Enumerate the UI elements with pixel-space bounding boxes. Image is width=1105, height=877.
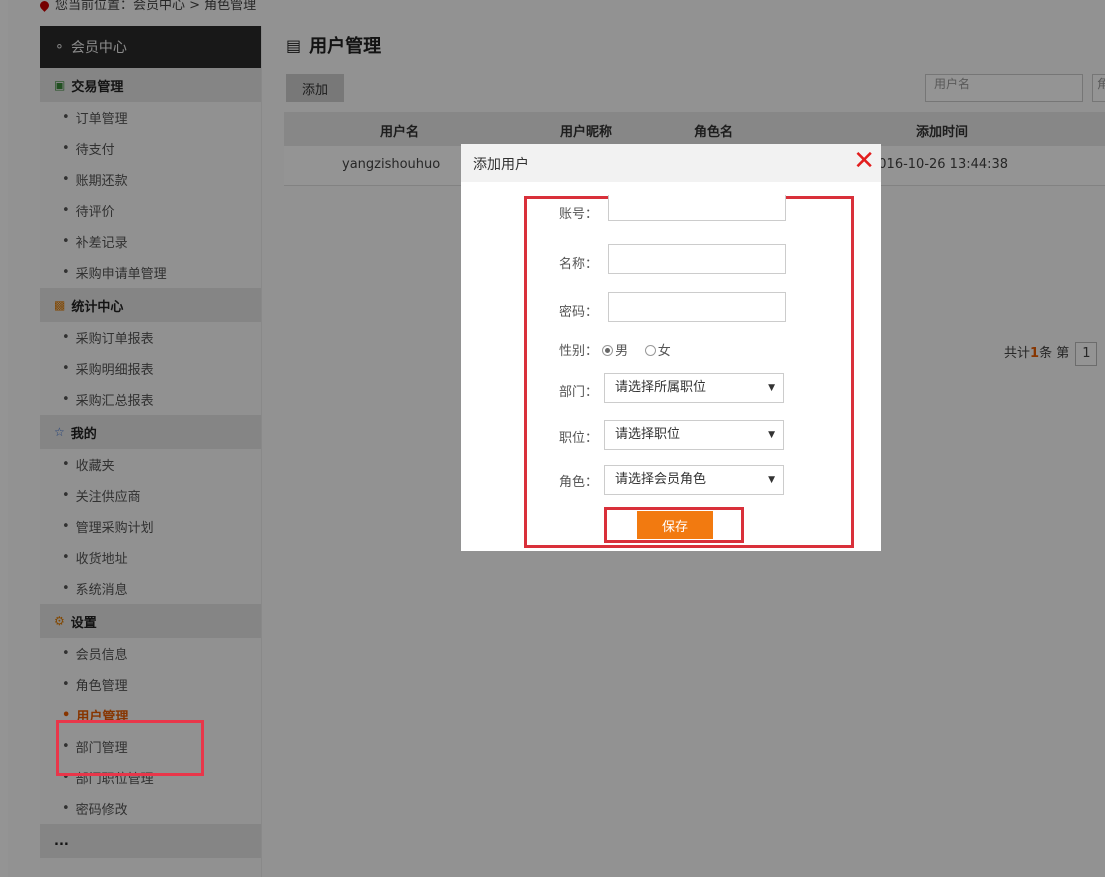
role-label: 角色： [559,475,599,490]
radio-unchecked-icon[interactable] [644,345,656,356]
department-label: 部门： [559,385,599,400]
save-highlight-box: 保存 [604,507,744,543]
radio-checked-icon[interactable] [602,345,614,356]
highlight-box-user-management [56,720,204,776]
dialog-title: 添加用户 [473,157,529,173]
user-form: 账号： 名称： 密码： 性别： 男 女 部门： 请选择所属职位 ▼ 职位： 请选择… [524,195,854,548]
gender-male-option[interactable]: 男 [602,344,628,359]
position-select[interactable]: 请选择职位 ▼ [604,420,784,450]
close-icon[interactable]: ✕ [853,146,875,176]
name-label: 名称： [559,257,599,272]
account-input[interactable] [608,195,786,221]
gender-female-option[interactable]: 女 [644,344,671,359]
dropdown-arrow-icon: ▼ [768,475,775,485]
gender-label: 性别： [559,344,599,359]
save-button[interactable]: 保存 [637,511,713,539]
gender-field: 性别： 男 女 [559,340,671,359]
department-select[interactable]: 请选择所属职位 ▼ [604,373,784,403]
dialog-header: 添加用户 ✕ [461,144,881,182]
dropdown-arrow-icon: ▼ [768,430,775,440]
position-label: 职位： [559,431,599,446]
dropdown-arrow-icon: ▼ [768,383,775,393]
add-user-dialog: 添加用户 ✕ 账号： 名称： 密码： 性别： 男 女 部门： 请选择所属职位 ▼ … [461,144,881,551]
password-label: 密码： [559,305,599,320]
account-label: 账号： [559,207,599,222]
role-select[interactable]: 请选择会员角色 ▼ [604,465,784,495]
password-input[interactable] [608,292,786,322]
name-input[interactable] [608,244,786,274]
